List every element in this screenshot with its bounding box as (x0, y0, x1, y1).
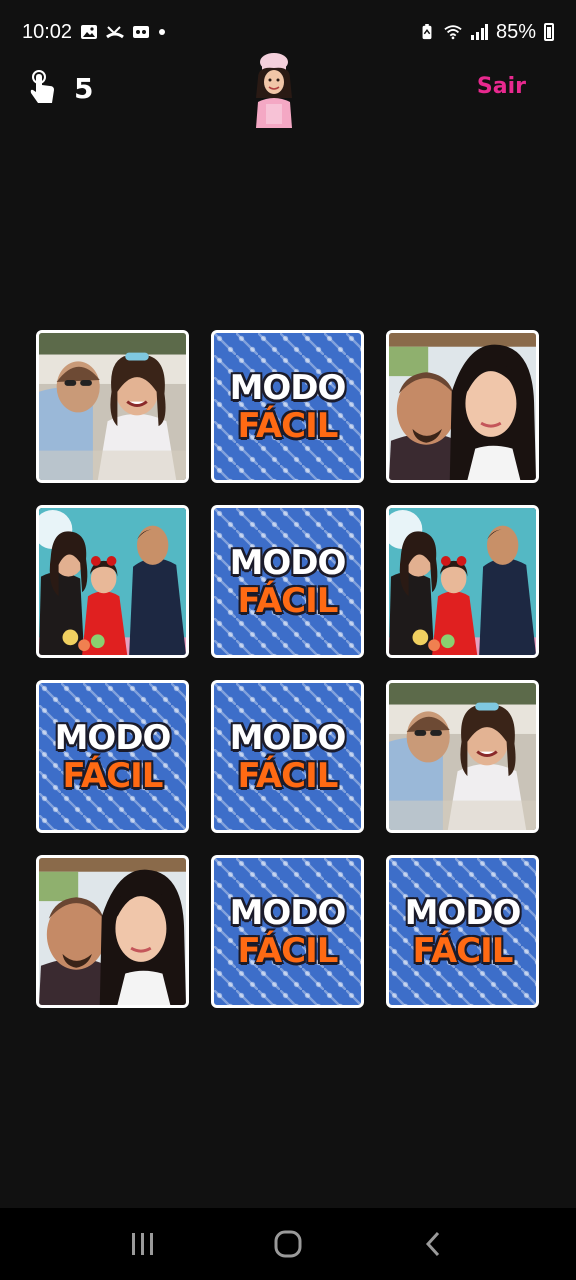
card-photo-couple-selfie (389, 333, 536, 480)
card-back-text-bottom: FÁCIL (237, 930, 339, 971)
card-photo-family-with-girl-red-dress (389, 508, 536, 655)
memory-card-face-down[interactable]: MODO FÁCIL (211, 330, 364, 483)
card-photo-family-with-girl-red-dress (39, 508, 186, 655)
signal-icon (470, 24, 488, 40)
home-button[interactable] (268, 1224, 308, 1264)
memory-card-face-up[interactable] (386, 330, 539, 483)
wifi-icon (444, 25, 462, 40)
card-photo-grandma-and-girl (39, 333, 186, 480)
exit-button[interactable]: Sair (477, 74, 526, 99)
card-back-text-bottom: FÁCIL (237, 580, 339, 621)
memory-card-face-down[interactable]: MODO FÁCIL (36, 680, 189, 833)
card-back-text-bottom: FÁCIL (237, 755, 339, 796)
back-button[interactable] (413, 1224, 453, 1264)
navigation-bar (0, 1208, 576, 1280)
gallery-icon (81, 25, 98, 39)
card-back-text-top: MODO (404, 892, 522, 933)
status-right: 85% (418, 21, 554, 44)
player-avatar (256, 53, 292, 128)
home-icon (274, 1230, 302, 1258)
recent-apps-icon (131, 1233, 153, 1255)
card-back-text-top: MODO (54, 717, 172, 758)
voicemail-icon (133, 26, 150, 38)
battery-percent: 85% (495, 20, 536, 43)
card-photo-grandma-and-girl (389, 683, 536, 830)
card-back-text-top: MODO (229, 892, 347, 933)
memory-card-face-up[interactable] (36, 855, 189, 1008)
card-back-text-top: MODO (229, 542, 347, 583)
memory-card-face-down[interactable]: MODO FÁCIL (386, 855, 539, 1008)
memory-card-face-up[interactable] (36, 330, 189, 483)
tap-hand-icon (30, 70, 54, 103)
clock: 10:02 (22, 20, 73, 43)
battery-saver-icon (422, 24, 432, 40)
status-left: 10:02 (22, 21, 166, 44)
card-back-text-top: MODO (229, 717, 347, 758)
memory-card-face-up[interactable] (36, 505, 189, 658)
game-header: 5 Sair (0, 46, 576, 136)
memory-card-face-down[interactable]: MODO FÁCIL (211, 680, 364, 833)
card-back-text-bottom: FÁCIL (62, 755, 164, 796)
battery-icon (544, 23, 554, 41)
memory-board: MODO FÁCIL MODO FÁCIL MODO FÁCIL MODO FÁ… (36, 330, 540, 1008)
card-back-text-top: MODO (229, 367, 347, 408)
memory-card-face-up[interactable] (386, 505, 539, 658)
recent-apps-button[interactable] (123, 1224, 163, 1264)
memory-card-face-down[interactable]: MODO FÁCIL (211, 505, 364, 658)
moves-count: 5 (74, 72, 94, 105)
memory-card-face-up[interactable] (386, 680, 539, 833)
back-icon (426, 1231, 440, 1257)
card-photo-couple-selfie (39, 858, 186, 1005)
card-back-text-bottom: FÁCIL (237, 405, 339, 446)
memory-card-face-down[interactable]: MODO FÁCIL (211, 855, 364, 1008)
dot-icon (159, 29, 166, 35)
card-back-text-bottom: FÁCIL (412, 930, 514, 971)
missed-call-icon (106, 26, 124, 39)
